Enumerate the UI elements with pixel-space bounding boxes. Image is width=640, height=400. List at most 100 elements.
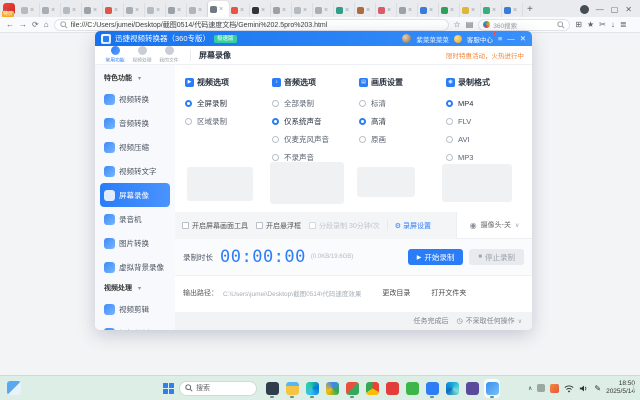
browser-tab[interactable]: × [292,3,313,17]
restore-icon[interactable]: ▢ [611,5,619,14]
browser-tab[interactable]: × [103,3,124,17]
favorites-icon[interactable]: ★ [587,20,594,29]
start-button[interactable] [163,382,174,394]
browser-tab[interactable]: × [187,3,208,17]
browser-tab[interactable]: × [313,3,334,17]
search-box[interactable]: 360搜索 [478,18,571,31]
tab-close-icon[interactable]: × [303,7,307,14]
taskbar-clock[interactable]: 18:50 2025/5/14 [606,380,635,396]
new-tab-button[interactable]: + [527,4,533,15]
browser-tab[interactable]: × [145,3,166,17]
tab-close-icon[interactable]: × [30,7,34,14]
volume-icon[interactable] [579,384,589,393]
taskbar-app-icon[interactable] [284,379,300,398]
browser-tab[interactable]: × [250,3,271,17]
browser-tab[interactable]: × [271,3,292,17]
browser-tab[interactable]: × [502,3,523,17]
browser-tab[interactable]: × [19,3,40,17]
sidebar-item[interactable]: 视频剪辑 ▾ [100,297,170,321]
taskbar-app-icon[interactable] [324,379,340,398]
taskbar-search[interactable]: 搜索 [179,380,257,396]
promo-text[interactable]: 限时特惠活动，火热进行中 [446,50,524,60]
browser-tab[interactable]: × [397,3,418,17]
checkbox-option[interactable]: 分段录制 30分钟/次 [309,221,380,231]
show-desktop-button[interactable] [633,383,635,393]
tab-close-icon[interactable]: × [240,7,244,14]
tab-close-icon[interactable]: × [387,7,391,14]
pen-icon[interactable]: ✎ [594,384,601,393]
taskbar-app-icon[interactable] [464,379,480,398]
sidebar-item[interactable]: 视频转换 ▾ [100,87,170,111]
radio-icon[interactable] [272,117,279,125]
taskbar-app-icon[interactable] [484,378,500,398]
tab-close-icon[interactable]: × [282,7,286,14]
tab-close-icon[interactable]: × [198,7,202,14]
browser-tab[interactable]: × [418,3,439,17]
wifi-icon[interactable] [564,384,574,393]
radio-option[interactable]: 全部录制 [272,94,359,112]
address-bar[interactable]: file:///C:/Users/jumei/Desktop/截图0514/代码… [53,18,449,31]
checkbox-icon[interactable] [182,222,189,229]
checkbox-option[interactable]: 开启悬浮框 [256,221,301,231]
radio-icon[interactable] [359,117,366,125]
radio-option[interactable]: AVI [446,130,532,148]
change-directory-link[interactable]: 更改目录 [382,288,410,298]
tab-close-icon[interactable]: × [93,7,97,14]
taskbar-app-icon[interactable] [384,379,400,398]
tray-expand-icon[interactable]: ∧ [528,385,532,392]
browser-tab[interactable]: × [166,3,187,17]
browser-tab[interactable]: × [460,3,481,17]
tab-close-icon[interactable]: × [219,6,223,13]
radio-icon[interactable] [272,99,279,107]
radio-icon[interactable] [359,135,366,143]
app-minimize-icon[interactable]: — [507,34,515,43]
radio-icon[interactable] [446,153,453,161]
radio-icon[interactable] [272,135,279,143]
sidebar-item[interactable]: 视频处理 ▾ [100,279,170,297]
tab-close-icon[interactable]: × [72,7,76,14]
tray-orange-app-icon[interactable] [550,383,560,393]
browser-tab[interactable]: × [481,3,502,17]
browser-tab[interactable]: × [355,3,376,17]
download-icon[interactable]: ↓ [611,20,615,29]
tab-close-icon[interactable]: × [324,7,328,14]
radio-option[interactable]: 原画 [359,130,446,148]
browser-tab[interactable]: × [229,3,250,17]
radio-icon[interactable] [446,117,453,125]
record-settings-link[interactable]: ⚙ 录屏设置 [395,221,431,231]
tab-close-icon[interactable]: × [156,7,160,14]
browser-logo-icon[interactable]: 特价 [2,3,15,17]
stop-record-button[interactable]: ■ 停止录制 [469,249,524,265]
app-nav-item[interactable]: 我的文件 [157,46,182,64]
taskbar-app-icon[interactable] [364,379,380,398]
browser-tab[interactable]: × [124,3,145,17]
tab-close-icon[interactable]: × [366,7,370,14]
taskbar-app-icon[interactable] [444,379,460,398]
browser-tab[interactable]: × [334,3,355,17]
checkbox-icon[interactable] [256,222,263,229]
browser-tab[interactable]: × [40,3,61,17]
tab-close-icon[interactable]: × [450,7,454,14]
sidebar-item[interactable]: 录音机 ▾ [100,207,170,231]
checkbox-option[interactable]: 开启屏幕画面工具 [182,221,248,231]
browser-tab[interactable]: × [82,3,103,17]
browser-tab[interactable]: × [439,3,460,17]
chevron-down-icon[interactable]: ∨ [515,222,519,229]
tab-close-icon[interactable]: × [471,7,475,14]
screenshot-scissors-icon[interactable]: ✂ [599,20,606,29]
bookmark-star-icon[interactable]: ☆ [454,20,461,29]
radio-option[interactable]: 区域录制 [185,112,272,130]
radio-option[interactable]: 全屏录制 [185,94,272,112]
tab-close-icon[interactable]: × [135,7,139,14]
sidebar-item[interactable]: 特色功能 ▾ [100,69,170,87]
app-nav-item[interactable]: 视频处理 [130,46,155,64]
start-record-button[interactable]: ▶ 开始录制 [407,249,464,265]
radio-option[interactable]: FLV [446,112,532,130]
radio-icon[interactable] [185,117,192,125]
vip-crown-icon[interactable] [453,34,462,43]
radio-option[interactable]: 仅系统声音 [272,112,359,130]
taskbar-app-icon[interactable] [344,379,360,398]
user-avatar[interactable] [402,34,412,43]
radio-icon[interactable] [272,153,279,161]
radio-option[interactable]: 仅麦克风声音 [272,130,359,148]
